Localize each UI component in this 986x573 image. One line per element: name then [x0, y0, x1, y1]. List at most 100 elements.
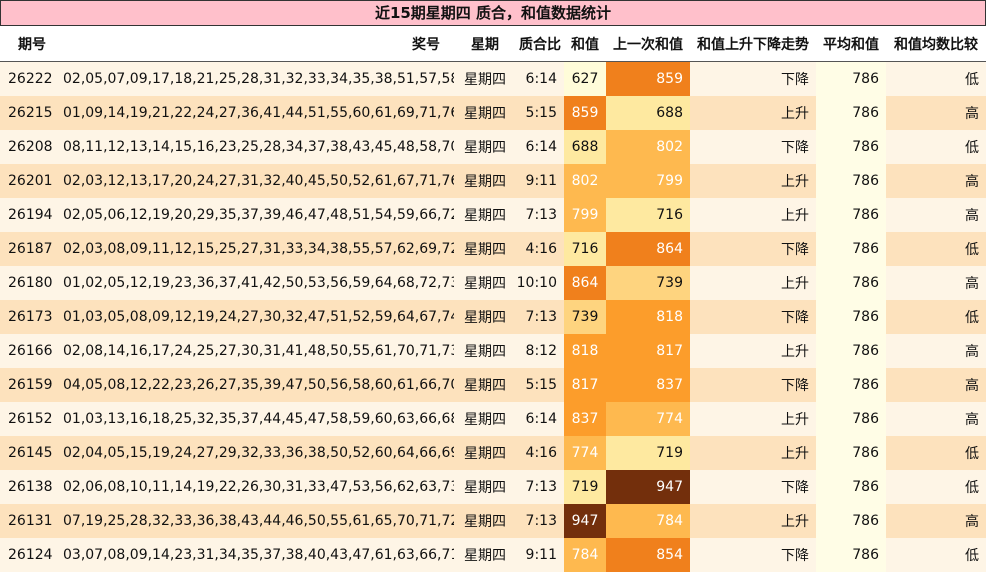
- cell-weekday: 星期四: [464, 208, 506, 224]
- header-avg: 平均和值: [816, 26, 886, 62]
- cell-trend: 上升: [781, 514, 809, 530]
- table-row: 26201 02,03,12,13,17,20,24,27,31,32,40,45…: [0, 164, 986, 198]
- cell-ratio: 9:11: [525, 173, 557, 189]
- cell-weekday: 星期四: [464, 310, 506, 326]
- cell-numbers: 02,05,07,09,17,18,21,25,28,31,32,33,34,3…: [63, 71, 454, 87]
- cell-sum: 818: [564, 334, 606, 368]
- cell-avg: 786: [816, 402, 886, 436]
- cell-issue: 26180: [8, 275, 53, 291]
- cell-trend: 下降: [781, 242, 809, 258]
- table-row: 26138 02,06,08,10,11,14,19,22,26,30,31,33…: [0, 470, 986, 504]
- cell-numbers: 01,02,05,12,19,23,36,37,41,42,50,53,56,5…: [63, 275, 454, 291]
- cell-numbers: 08,11,12,13,14,15,16,23,25,28,34,37,38,4…: [63, 139, 454, 155]
- cell-trend: 下降: [781, 310, 809, 326]
- table-row: 26145 02,04,05,15,19,24,27,29,32,33,36,38…: [0, 436, 986, 470]
- cell-numbers: 02,03,08,09,11,12,15,25,27,31,33,34,38,5…: [63, 241, 454, 257]
- cell-sum: 719: [564, 470, 606, 504]
- cell-sum: 859: [564, 96, 606, 130]
- cell-trend: 下降: [781, 72, 809, 88]
- table-row: 26131 07,19,25,28,32,33,36,38,43,44,46,50…: [0, 504, 986, 538]
- cell-compare: 高: [965, 378, 979, 394]
- cell-trend: 下降: [781, 378, 809, 394]
- table-row: 26152 01,03,13,16,18,25,32,35,37,44,45,47…: [0, 402, 986, 436]
- cell-compare: 高: [965, 208, 979, 224]
- cell-sum: 799: [564, 198, 606, 232]
- cell-avg: 786: [816, 198, 886, 232]
- cell-numbers: 02,04,05,15,19,24,27,29,32,33,36,38,50,5…: [63, 445, 454, 461]
- table-row: 26124 03,07,08,09,14,23,31,34,35,37,38,40…: [0, 538, 986, 572]
- cell-ratio: 6:14: [525, 139, 557, 155]
- cell-weekday: 星期四: [464, 480, 506, 496]
- cell-ratio: 9:11: [525, 547, 557, 563]
- header-row: 期号 奖号 星期 质合比 和值 上一次和值 和值上升下降走势 平均和值 和值均数…: [0, 26, 986, 62]
- cell-trend: 上升: [781, 174, 809, 190]
- cell-avg: 786: [816, 266, 886, 300]
- table-row: 26159 04,05,08,12,22,23,26,27,35,39,47,50…: [0, 368, 986, 402]
- cell-sum: 784: [564, 538, 606, 572]
- cell-issue: 26215: [8, 105, 53, 121]
- cell-compare: 高: [965, 514, 979, 530]
- cell-weekday: 星期四: [464, 174, 506, 190]
- cell-sum: 739: [564, 300, 606, 334]
- cell-weekday: 星期四: [464, 548, 506, 564]
- cell-trend: 下降: [781, 140, 809, 156]
- cell-ratio: 6:14: [525, 411, 557, 427]
- cell-numbers: 03,07,08,09,14,23,31,34,35,37,38,40,43,4…: [63, 547, 454, 563]
- cell-sum: 802: [564, 164, 606, 198]
- cell-ratio: 4:16: [525, 241, 557, 257]
- cell-sum: 627: [564, 61, 606, 96]
- table-row: 26208 08,11,12,13,14,15,16,23,25,28,34,37…: [0, 130, 986, 164]
- cell-ratio: 7:13: [525, 309, 557, 325]
- header-numbers: 奖号: [56, 26, 454, 62]
- table-row: 26180 01,02,05,12,19,23,36,37,41,42,50,53…: [0, 266, 986, 300]
- cell-numbers: 01,03,13,16,18,25,32,35,37,44,45,47,58,5…: [63, 411, 454, 427]
- cell-weekday: 星期四: [464, 242, 506, 258]
- cell-compare: 高: [965, 106, 979, 122]
- cell-ratio: 6:14: [525, 71, 557, 87]
- cell-weekday: 星期四: [464, 106, 506, 122]
- cell-issue: 26145: [8, 445, 53, 461]
- table-row: 26187 02,03,08,09,11,12,15,25,27,31,33,34…: [0, 232, 986, 266]
- cell-compare: 低: [965, 242, 979, 258]
- cell-prev-sum: 859: [606, 61, 690, 96]
- cell-weekday: 星期四: [464, 412, 506, 428]
- cell-avg: 786: [816, 470, 886, 504]
- cell-prev-sum: 719: [606, 436, 690, 470]
- cell-weekday: 星期四: [464, 514, 506, 530]
- cell-avg: 786: [816, 368, 886, 402]
- cell-issue: 26166: [8, 343, 53, 359]
- header-weekday: 星期: [454, 26, 516, 62]
- cell-compare: 高: [965, 412, 979, 428]
- cell-numbers: 07,19,25,28,32,33,36,38,43,44,46,50,55,6…: [63, 513, 454, 529]
- cell-prev-sum: 864: [606, 232, 690, 266]
- cell-numbers: 02,06,08,10,11,14,19,22,26,30,31,33,47,5…: [63, 479, 454, 495]
- cell-ratio: 5:15: [525, 105, 557, 121]
- cell-ratio: 5:15: [525, 377, 557, 393]
- cell-ratio: 7:13: [525, 479, 557, 495]
- cell-numbers: 02,03,12,13,17,20,24,27,31,32,40,45,50,5…: [63, 173, 454, 189]
- cell-compare: 低: [965, 310, 979, 326]
- cell-sum: 817: [564, 368, 606, 402]
- cell-prev-sum: 817: [606, 334, 690, 368]
- cell-ratio: 8:12: [525, 343, 557, 359]
- cell-weekday: 星期四: [464, 140, 506, 156]
- stats-table: 期号 奖号 星期 质合比 和值 上一次和值 和值上升下降走势 平均和值 和值均数…: [0, 26, 986, 572]
- cell-compare: 高: [965, 174, 979, 190]
- cell-sum: 688: [564, 130, 606, 164]
- cell-issue: 26222: [8, 71, 53, 87]
- table-row: 26166 02,08,14,16,17,24,25,27,30,31,41,48…: [0, 334, 986, 368]
- cell-weekday: 星期四: [464, 446, 506, 462]
- table-header: 期号 奖号 星期 质合比 和值 上一次和值 和值上升下降走势 平均和值 和值均数…: [0, 26, 986, 62]
- table-row: 26173 01,03,05,08,09,12,19,24,27,30,32,47…: [0, 300, 986, 334]
- cell-issue: 26208: [8, 139, 53, 155]
- cell-trend: 上升: [781, 208, 809, 224]
- cell-ratio: 7:13: [525, 513, 557, 529]
- cell-compare: 高: [965, 276, 979, 292]
- cell-prev-sum: 947: [606, 470, 690, 504]
- cell-sum: 864: [564, 266, 606, 300]
- cell-issue: 26159: [8, 377, 53, 393]
- cell-issue: 26201: [8, 173, 53, 189]
- header-sum: 和值: [564, 26, 606, 62]
- cell-numbers: 01,03,05,08,09,12,19,24,27,30,32,47,51,5…: [63, 309, 454, 325]
- cell-avg: 786: [816, 436, 886, 470]
